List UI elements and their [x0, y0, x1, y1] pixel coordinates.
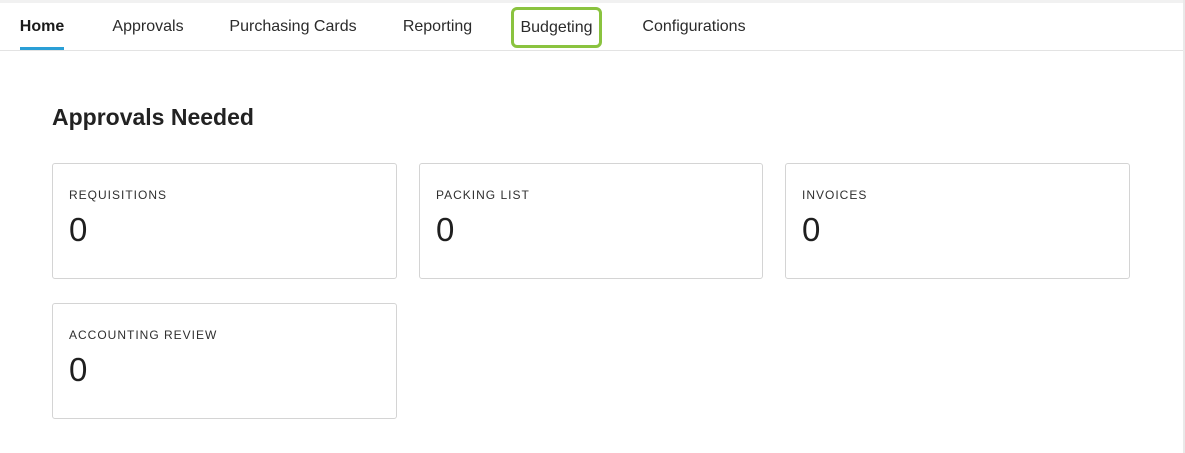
section-title: Approvals Needed — [52, 104, 254, 130]
main-nav: Home Approvals Purchasing Cards Reportin… — [0, 3, 1183, 51]
card-value: 0 — [802, 211, 821, 248]
card-value: 0 — [69, 351, 88, 388]
tab-budgeting[interactable]: Budgeting — [511, 7, 602, 48]
page: Home Approvals Purchasing Cards Reportin… — [0, 0, 1185, 453]
card-value: 0 — [69, 211, 88, 248]
card-packing-list[interactable]: PACKING LIST 0 — [419, 163, 763, 279]
tab-home[interactable]: Home — [20, 3, 64, 50]
card-accounting-review[interactable]: ACCOUNTING REVIEW 0 — [52, 303, 397, 419]
card-label: INVOICES — [802, 188, 868, 202]
card-value: 0 — [436, 211, 455, 248]
tab-reporting[interactable]: Reporting — [402, 3, 473, 50]
card-invoices[interactable]: INVOICES 0 — [785, 163, 1130, 279]
card-requisitions[interactable]: REQUISITIONS 0 — [52, 163, 397, 279]
card-label: ACCOUNTING REVIEW — [69, 328, 218, 342]
card-label: PACKING LIST — [436, 188, 530, 202]
tab-configurations[interactable]: Configurations — [641, 3, 747, 50]
card-label: REQUISITIONS — [69, 188, 168, 202]
tab-purchasing-cards[interactable]: Purchasing Cards — [229, 3, 356, 50]
tab-approvals[interactable]: Approvals — [112, 3, 184, 50]
